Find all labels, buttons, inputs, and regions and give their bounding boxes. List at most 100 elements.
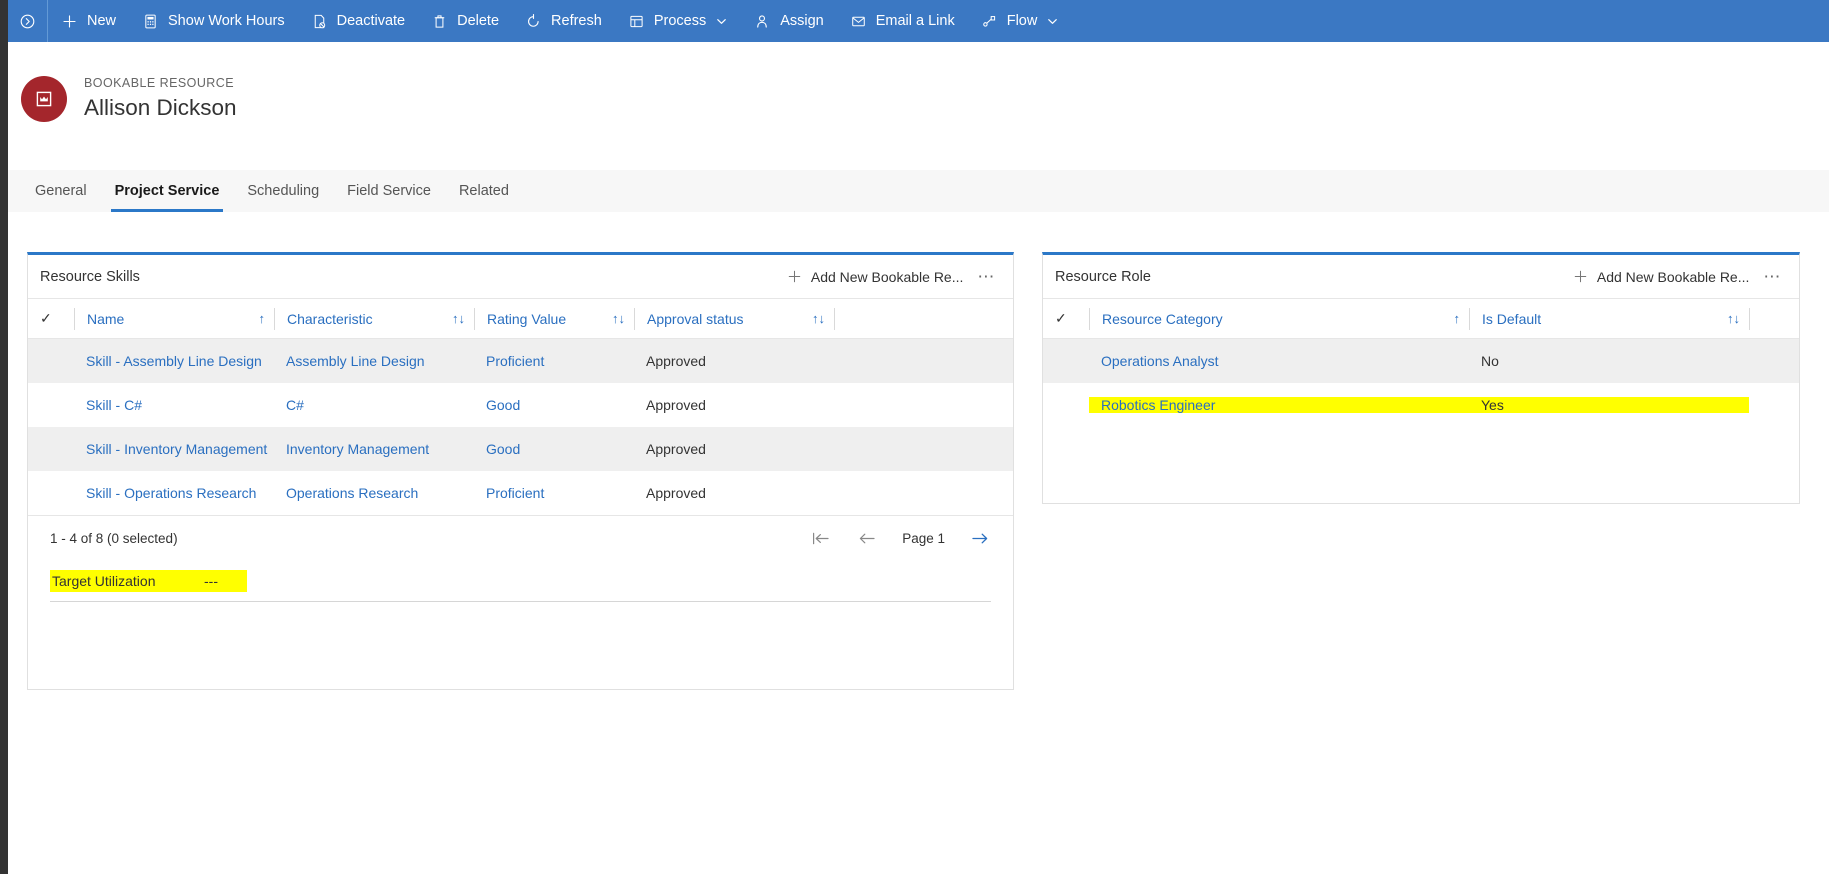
entity-type-label: BOOKABLE RESOURCE — [84, 76, 235, 91]
column-header-characteristic[interactable]: Characteristic ↑↓ — [274, 307, 474, 330]
tab-field-service[interactable]: Field Service — [333, 170, 445, 212]
record-header: BOOKABLE RESOURCE Allison Dickson — [8, 42, 1829, 156]
avatar — [21, 76, 67, 122]
column-header-name[interactable]: Name ↑ — [74, 307, 274, 330]
column-header-approval-status[interactable]: Approval status ↑↓ — [634, 307, 834, 330]
flow-icon — [981, 13, 998, 30]
record-header-text: BOOKABLE RESOURCE Allison Dickson — [84, 75, 237, 122]
add-new-bookable-resource-skill-button[interactable]: Add New Bookable Re... — [787, 268, 964, 285]
target-utilization-value[interactable]: --- — [204, 573, 247, 589]
sort-ascending-icon: ↑ — [258, 311, 266, 326]
sort-toggle-icon: ↑↓ — [612, 311, 625, 326]
select-all-checkmark-icon[interactable]: ✓ — [1055, 310, 1089, 327]
table-row[interactable]: Robotics Engineer Yes — [1043, 383, 1799, 427]
cell-approval-status: Approved — [646, 397, 706, 413]
ellipsis-icon[interactable]: ⋯ — [974, 268, 999, 285]
command-show-work-hours[interactable]: Show Work Hours — [129, 0, 298, 42]
expand-navigation-button[interactable] — [8, 0, 48, 42]
cell-name[interactable]: Skill - Operations Research — [74, 485, 274, 501]
add-new-bookable-resource-skill-label: Add New Bookable Re... — [810, 268, 964, 285]
add-new-bookable-resource-category-button[interactable]: Add New Bookable Re... — [1573, 268, 1750, 285]
cell-name[interactable]: Skill - C# — [74, 397, 274, 413]
tab-project-service-label: Project Service — [114, 183, 220, 199]
table-row[interactable]: Skill - Inventory Management Inventory M… — [28, 427, 1013, 471]
command-assign[interactable]: Assign — [741, 0, 837, 42]
chevron-down-icon — [715, 15, 728, 28]
cell-rating-value[interactable]: Proficient — [474, 485, 634, 501]
table-row[interactable]: Operations Analyst No — [1043, 339, 1799, 383]
tab-scheduling-label: Scheduling — [247, 183, 320, 199]
command-new-label: New — [87, 12, 117, 29]
resource-skills-grid-footer: 1 - 4 of 8 (0 selected) Page 1 — [28, 515, 1013, 561]
page-title: Allison Dickson — [84, 95, 237, 121]
table-row[interactable]: Skill - Assembly Line Design Assembly Li… — [28, 339, 1013, 383]
cell-name[interactable]: Skill - Assembly Line Design — [74, 353, 274, 369]
cell-rating-value[interactable]: Good — [474, 397, 634, 413]
tab-scheduling[interactable]: Scheduling — [233, 170, 333, 212]
cell-rating-value[interactable]: Good — [474, 441, 634, 457]
cell-resource-category[interactable]: Robotics Engineer — [1089, 397, 1469, 413]
field-divider — [50, 601, 991, 602]
cell-resource-category[interactable]: Operations Analyst — [1089, 353, 1469, 369]
table-row[interactable]: Skill - Operations Research Operations R… — [28, 471, 1013, 515]
resource-role-title: Resource Role — [1055, 268, 1151, 285]
cell-approval-status: Approved — [646, 353, 706, 369]
command-new[interactable]: New — [48, 0, 129, 42]
tab-general[interactable]: General — [21, 170, 101, 212]
resource-role-panel: Resource Role Add New Bookable Re... ⋯ ✓… — [1042, 252, 1800, 504]
cell-rating-value[interactable]: Proficient — [474, 353, 634, 369]
cell-is-default: No — [1481, 353, 1499, 369]
command-refresh-label: Refresh — [551, 12, 602, 29]
command-flow[interactable]: Flow — [968, 0, 1073, 42]
command-email-a-link-label: Email a Link — [875, 12, 955, 29]
tab-related[interactable]: Related — [445, 170, 523, 212]
sort-toggle-icon: ↑↓ — [812, 311, 825, 326]
previous-page-arrow-icon[interactable] — [856, 528, 878, 550]
cell-characteristic[interactable]: Assembly Line Design — [274, 353, 474, 369]
column-header-resource-category[interactable]: Resource Category ↑ — [1089, 307, 1469, 330]
resource-role-grid-header: ✓ Resource Category ↑ Is Default ↑↓ — [1043, 299, 1799, 339]
command-assign-label: Assign — [780, 12, 824, 29]
command-delete[interactable]: Delete — [418, 0, 512, 42]
cell-characteristic[interactable]: Operations Research — [274, 485, 474, 501]
sort-ascending-icon: ↑ — [1453, 311, 1461, 326]
record-count-label: 1 - 4 of 8 (0 selected) — [50, 531, 178, 546]
table-row[interactable]: Skill - C# C# Good Approved — [28, 383, 1013, 427]
command-email-a-link[interactable]: Email a Link — [837, 0, 968, 42]
column-divider — [834, 307, 835, 330]
select-all-checkmark-icon[interactable]: ✓ — [40, 310, 74, 327]
column-header-is-default[interactable]: Is Default ↑↓ — [1469, 307, 1749, 330]
ellipsis-icon[interactable]: ⋯ — [1760, 268, 1785, 285]
target-utilization-field: Target Utilization --- — [28, 561, 1013, 601]
chevron-down-icon — [1046, 15, 1059, 28]
deactivate-icon — [311, 13, 328, 30]
sort-toggle-icon: ↑↓ — [452, 311, 465, 326]
command-process[interactable]: Process — [615, 0, 741, 42]
cell-characteristic[interactable]: C# — [274, 397, 474, 413]
tab-project-service[interactable]: Project Service — [101, 170, 234, 212]
left-navigation-rail — [0, 0, 8, 874]
envelope-icon — [850, 13, 867, 30]
tab-strip: General Project Service Scheduling Field… — [8, 170, 1829, 212]
resource-skills-title: Resource Skills — [40, 268, 140, 285]
command-deactivate[interactable]: Deactivate — [298, 0, 419, 42]
resource-skills-panel-header: Resource Skills Add New Bookable Re... ⋯ — [28, 255, 1013, 299]
cell-approval-status: Approved — [646, 485, 706, 501]
sort-toggle-icon: ↑↓ — [1727, 311, 1740, 326]
command-flow-label: Flow — [1006, 12, 1038, 29]
cell-characteristic[interactable]: Inventory Management — [274, 441, 474, 457]
cell-name[interactable]: Skill - Inventory Management — [74, 441, 274, 457]
process-icon — [628, 13, 645, 30]
command-deactivate-label: Deactivate — [336, 12, 406, 29]
column-divider — [1749, 307, 1750, 330]
tab-related-label: Related — [458, 183, 509, 199]
next-page-arrow-icon[interactable] — [969, 528, 991, 550]
command-refresh[interactable]: Refresh — [512, 0, 615, 42]
chevron-circle-right-icon — [19, 13, 36, 30]
first-page-arrow-icon[interactable] — [810, 528, 832, 550]
calculator-icon — [142, 13, 159, 30]
add-new-bookable-resource-category-label: Add New Bookable Re... — [1596, 268, 1750, 285]
command-delete-label: Delete — [457, 12, 500, 29]
column-header-rating-value[interactable]: Rating Value ↑↓ — [474, 307, 634, 330]
pagination-controls: Page 1 — [810, 528, 991, 550]
